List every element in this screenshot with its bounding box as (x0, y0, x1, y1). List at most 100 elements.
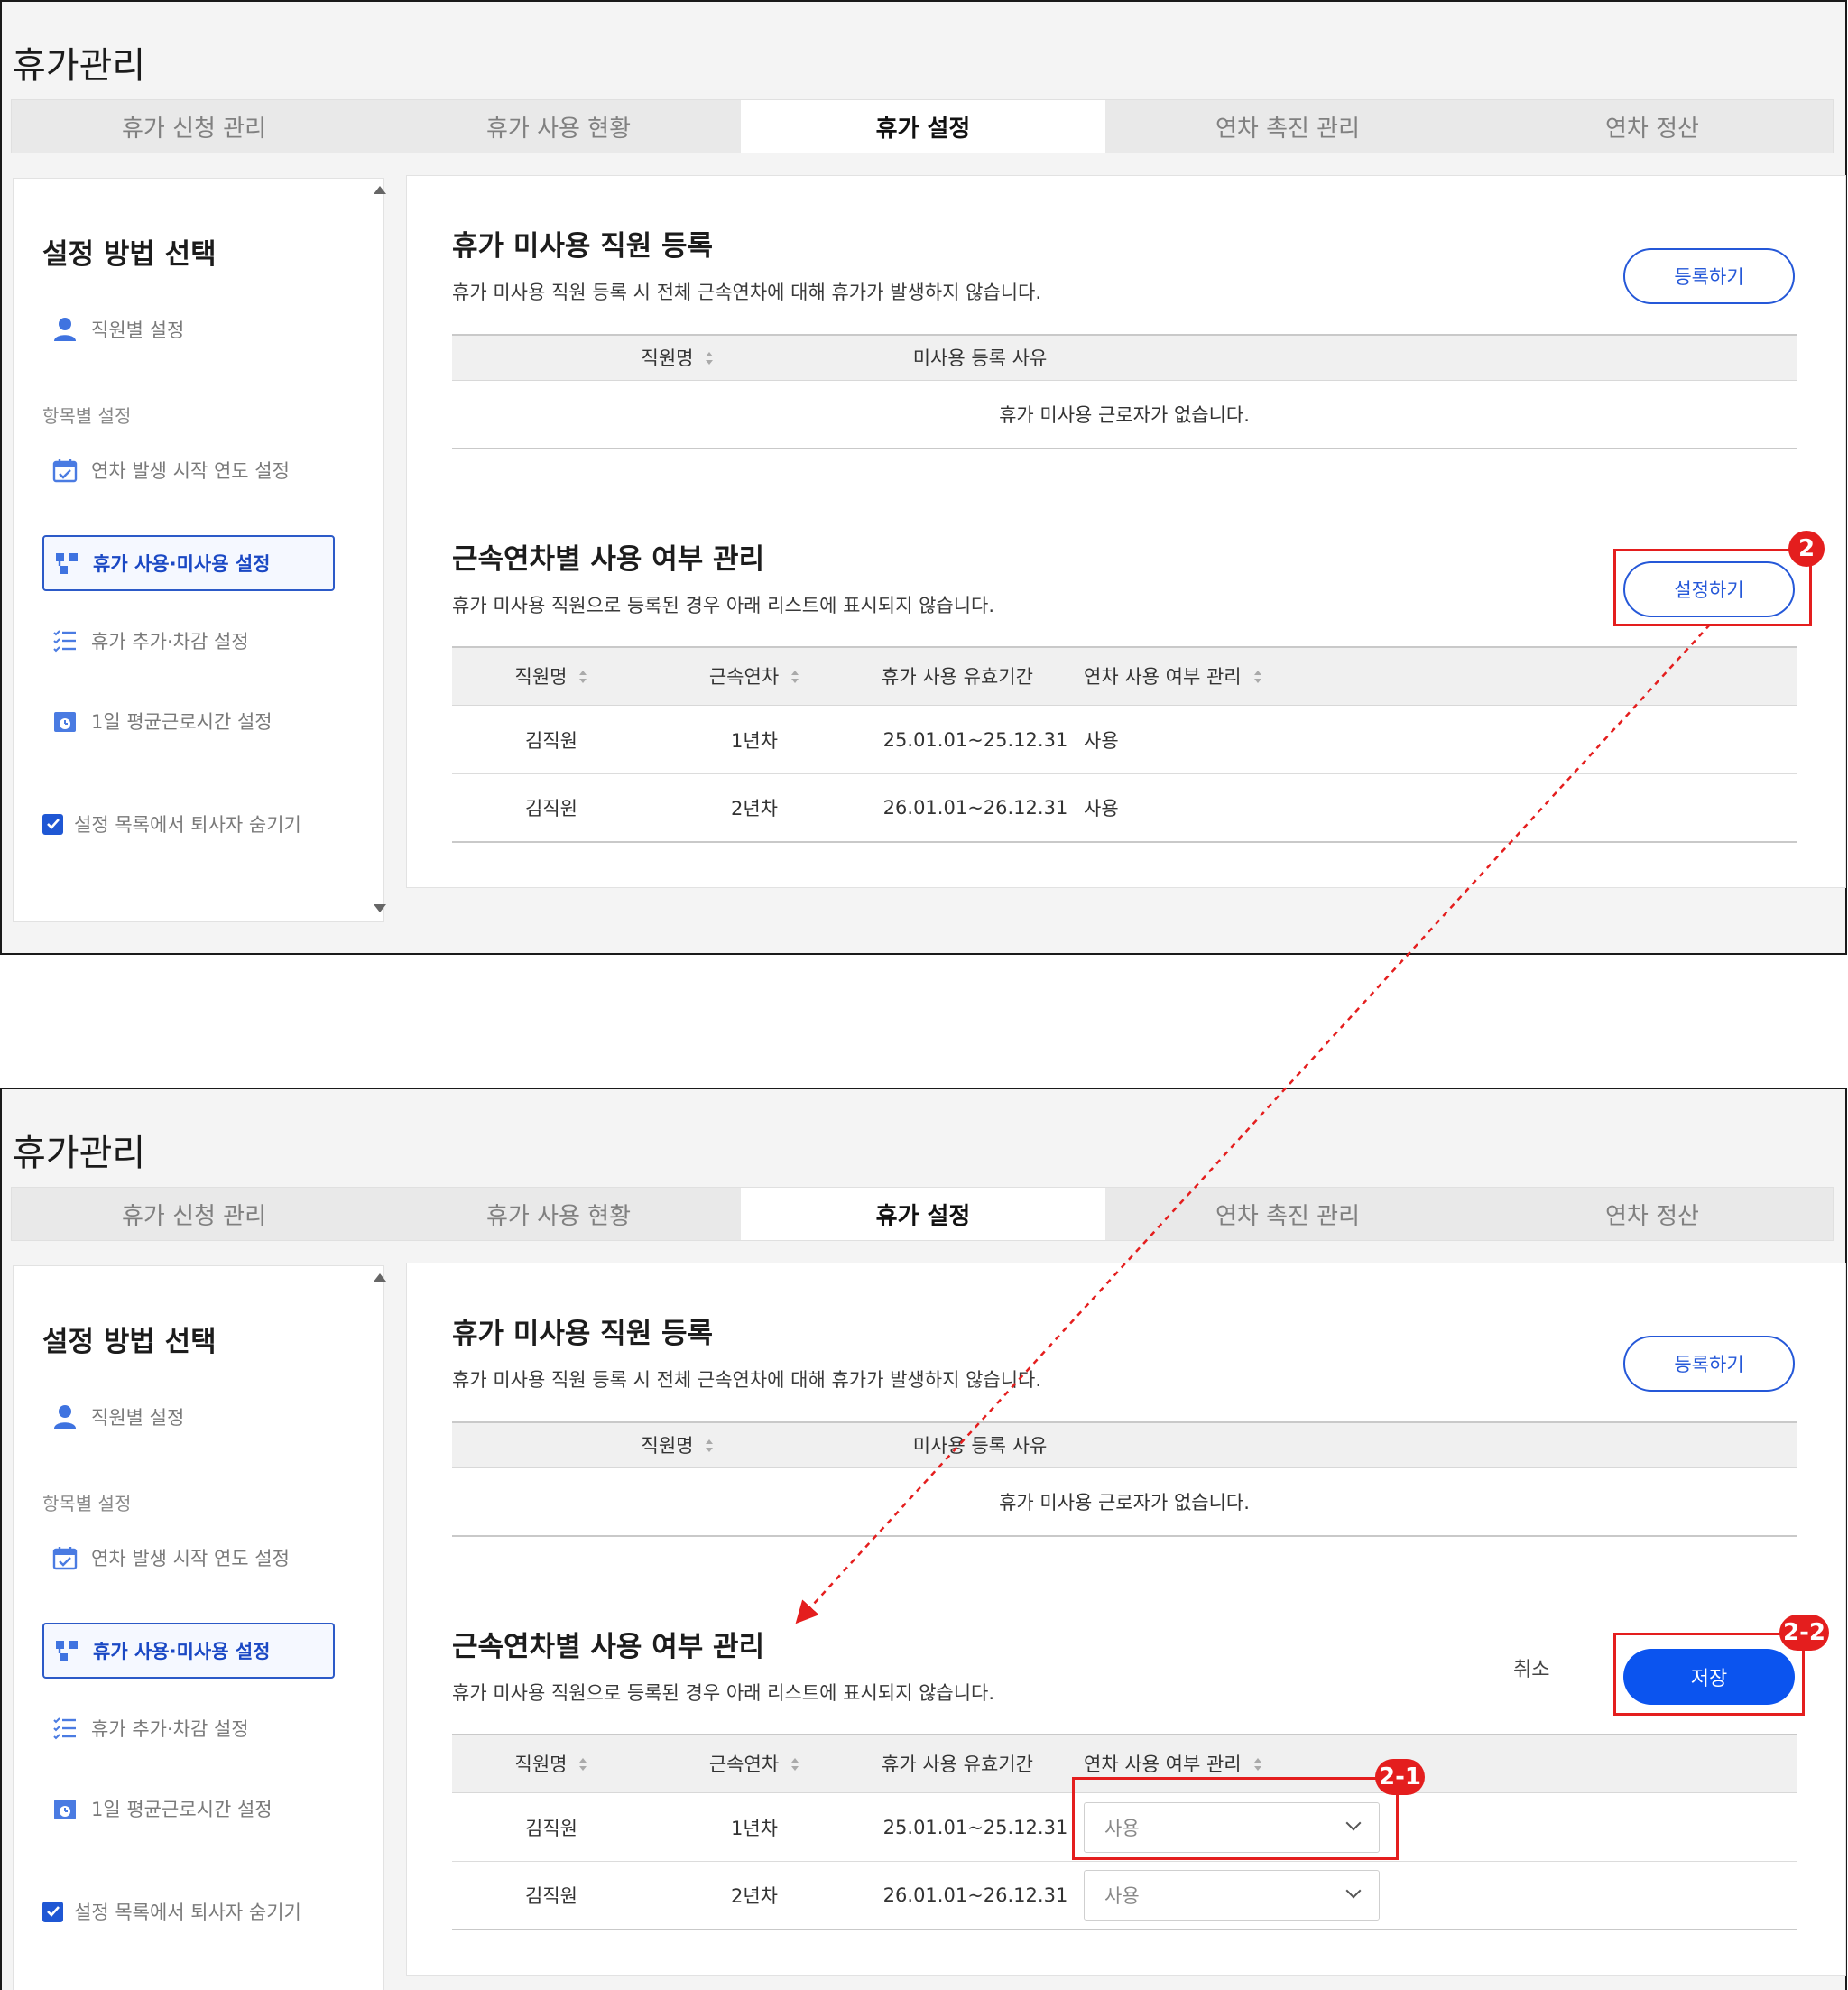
table-row[interactable]: 김직원 1년차 25.01.01~25.12.31 사용 (452, 706, 1797, 774)
tab-annual-leave-promotion[interactable]: 연차 촉진 관리 (1105, 1188, 1470, 1240)
checkbox-checked-icon[interactable] (42, 1901, 63, 1922)
cell-usage: 사용 (1084, 729, 1119, 752)
tab-bar: 휴가 신청 관리 휴가 사용 현황 휴가 설정 연차 촉진 관리 연차 정산 (11, 99, 1834, 153)
tab-leave-usage[interactable]: 휴가 사용 현황 (376, 100, 741, 153)
clock-calendar-icon (51, 1795, 79, 1822)
sort-icon[interactable] (791, 1757, 799, 1771)
sidebar-title: 설정 방법 선택 (42, 1326, 217, 1358)
column-header-years[interactable]: 근속연차 (651, 648, 858, 705)
sort-icon[interactable] (706, 1439, 714, 1452)
sidebar-item-label: 연차 발생 시작 연도 설정 (91, 1548, 290, 1569)
page-title: 휴가관리 (13, 45, 146, 87)
tab-annual-leave-promotion[interactable]: 연차 촉진 관리 (1105, 100, 1470, 153)
sidebar-item-label: 직원별 설정 (91, 1407, 185, 1429)
tab-leave-requests[interactable]: 휴가 신청 관리 (12, 1188, 376, 1240)
column-header-period: 휴가 사용 유효기간 (882, 665, 1033, 688)
sort-icon[interactable] (579, 1757, 587, 1771)
unused-section-title: 휴가 미사용 직원 등록 (452, 230, 714, 263)
scroll-up-arrow-icon[interactable] (374, 186, 386, 194)
calendar-icon (51, 1544, 79, 1571)
sidebar-item-employee-setting[interactable]: 직원별 설정 (42, 1389, 335, 1445)
sidebar-item-employee-setting[interactable]: 직원별 설정 (42, 301, 335, 357)
usage-select-value: 사용 (1104, 1885, 1140, 1907)
table-empty-row: 휴가 미사용 근로자가 없습니다. (452, 381, 1797, 449)
sidebar-item-label: 휴가 추가·차감 설정 (91, 1718, 249, 1740)
tab-annual-leave-settlement[interactable]: 연차 정산 (1470, 1188, 1834, 1240)
years-section-title: 근속연차별 사용 여부 관리 (452, 1631, 765, 1663)
scroll-up-arrow-icon[interactable] (374, 1273, 386, 1282)
cancel-button[interactable]: 취소 (1513, 1653, 1549, 1682)
unused-employees-table: 직원명 미사용 등록 사유 휴가 미사용 근로자가 없습니다. (452, 1421, 1797, 1537)
sort-icon[interactable] (1253, 1757, 1262, 1771)
sidebar-item-add-deduct[interactable]: 휴가 추가·차감 설정 (42, 1700, 335, 1756)
person-icon (51, 1403, 79, 1430)
years-usage-table: 직원명 근속연차 휴가 사용 유효기간 연차 사용 여부 관리 김직원 1년차 … (452, 646, 1797, 843)
page-title: 휴가관리 (13, 1133, 146, 1174)
table-header: 직원명 근속연차 휴가 사용 유효기간 연차 사용 여부 관리 (452, 646, 1797, 706)
sort-icon[interactable] (1253, 670, 1262, 683)
calendar-icon (51, 457, 79, 484)
table-row[interactable]: 김직원 2년차 26.01.01~26.12.31 사용 (452, 774, 1797, 843)
sort-icon[interactable] (791, 670, 799, 683)
highlight-set-button (1613, 549, 1812, 626)
sidebar-item-label: 휴가 사용·미사용 설정 (93, 1641, 271, 1662)
column-header-reason: 미사용 등록 사유 (912, 347, 1048, 369)
step-badge-2-1: 2-1 (1375, 1759, 1425, 1795)
tab-leave-settings[interactable]: 휴가 설정 (741, 1188, 1105, 1240)
sidebar-item-usage-setting[interactable]: 휴가 사용·미사용 설정 (42, 1623, 335, 1679)
tab-annual-leave-settlement[interactable]: 연차 정산 (1470, 100, 1834, 153)
column-header-employee[interactable]: 직원명 (551, 1423, 804, 1467)
unused-section-title: 휴가 미사용 직원 등록 (452, 1318, 714, 1350)
hide-retired-checkbox[interactable]: 설정 목록에서 퇴사자 숨기기 (42, 1898, 301, 1925)
column-header-employee[interactable]: 직원명 (551, 336, 804, 380)
sidebar-item-label: 1일 평균근로시간 설정 (91, 711, 273, 733)
hide-retired-label: 설정 목록에서 퇴사자 숨기기 (74, 1902, 301, 1923)
checklist-icon (51, 627, 79, 654)
checklist-icon (51, 1715, 79, 1742)
settings-main-panel: 휴가 미사용 직원 등록 휴가 미사용 직원 등록 시 전체 근속연차에 대해 … (406, 175, 1846, 888)
usage-select[interactable]: 사용 (1084, 1870, 1380, 1921)
sidebar-item-label: 휴가 추가·차감 설정 (91, 631, 249, 653)
cell-usage: 사용 (1084, 1862, 1409, 1929)
sidebar-section-label: 항목별 설정 (42, 1493, 132, 1514)
sidebar-item-add-deduct[interactable]: 휴가 추가·차감 설정 (42, 613, 335, 669)
table-empty-row: 휴가 미사용 근로자가 없습니다. (452, 1468, 1797, 1537)
sort-icon[interactable] (579, 670, 587, 683)
table-header: 직원명 미사용 등록 사유 (452, 334, 1797, 381)
highlight-save-button (1613, 1633, 1805, 1716)
column-header-employee[interactable]: 직원명 (452, 648, 651, 705)
empty-message: 휴가 미사용 근로자가 없습니다. (999, 1492, 1250, 1513)
register-button[interactable]: 등록하기 (1623, 248, 1795, 304)
settings-sidebar: 설정 방법 선택 직원별 설정 항목별 설정 연차 발생 시작 연도 설정 휴가… (13, 1265, 386, 1990)
years-section-description: 휴가 미사용 직원으로 등록된 경우 아래 리스트에 표시되지 않습니다. (452, 595, 995, 616)
table-header: 직원명 미사용 등록 사유 (452, 1421, 1797, 1468)
column-header-employee[interactable]: 직원명 (452, 1735, 651, 1792)
tab-leave-usage[interactable]: 휴가 사용 현황 (376, 1188, 741, 1240)
column-header-period: 휴가 사용 유효기간 (882, 1753, 1033, 1775)
step-badge-2: 2 (1788, 531, 1825, 567)
sidebar-item-label: 연차 발생 시작 연도 설정 (91, 460, 290, 482)
register-button[interactable]: 등록하기 (1623, 1336, 1795, 1392)
hide-retired-checkbox[interactable]: 설정 목록에서 퇴사자 숨기기 (42, 810, 301, 838)
sidebar-item-label: 직원별 설정 (91, 319, 185, 341)
sidebar-item-start-year[interactable]: 연차 발생 시작 연도 설정 (42, 442, 335, 498)
sidebar-item-avg-hours[interactable]: 1일 평균근로시간 설정 (42, 693, 335, 749)
empty-message: 휴가 미사용 근로자가 없습니다. (999, 404, 1250, 426)
cell-employee: 김직원 (525, 1885, 578, 1907)
sidebar-item-usage-setting[interactable]: 휴가 사용·미사용 설정 (42, 535, 335, 591)
sidebar-title: 설정 방법 선택 (42, 238, 217, 271)
sort-icon[interactable] (706, 351, 714, 365)
scroll-down-arrow-icon[interactable] (374, 904, 386, 912)
sidebar-item-avg-hours[interactable]: 1일 평균근로시간 설정 (42, 1781, 335, 1837)
settings-main-panel: 휴가 미사용 직원 등록 휴가 미사용 직원 등록 시 전체 근속연차에 대해 … (406, 1263, 1846, 1976)
sidebar-item-label: 1일 평균근로시간 설정 (91, 1799, 273, 1820)
column-header-years[interactable]: 근속연차 (651, 1735, 858, 1792)
tab-leave-settings[interactable]: 휴가 설정 (741, 100, 1105, 153)
checkbox-checked-icon[interactable] (42, 813, 63, 835)
column-header-usage[interactable]: 연차 사용 여부 관리 (1084, 648, 1300, 705)
sidebar-item-start-year[interactable]: 연차 발생 시작 연도 설정 (42, 1530, 335, 1586)
tab-leave-requests[interactable]: 휴가 신청 관리 (12, 100, 376, 153)
years-section-description: 휴가 미사용 직원으로 등록된 경우 아래 리스트에 표시되지 않습니다. (452, 1682, 995, 1704)
cell-employee: 김직원 (525, 798, 578, 819)
sidebar-item-label: 휴가 사용·미사용 설정 (93, 553, 271, 575)
